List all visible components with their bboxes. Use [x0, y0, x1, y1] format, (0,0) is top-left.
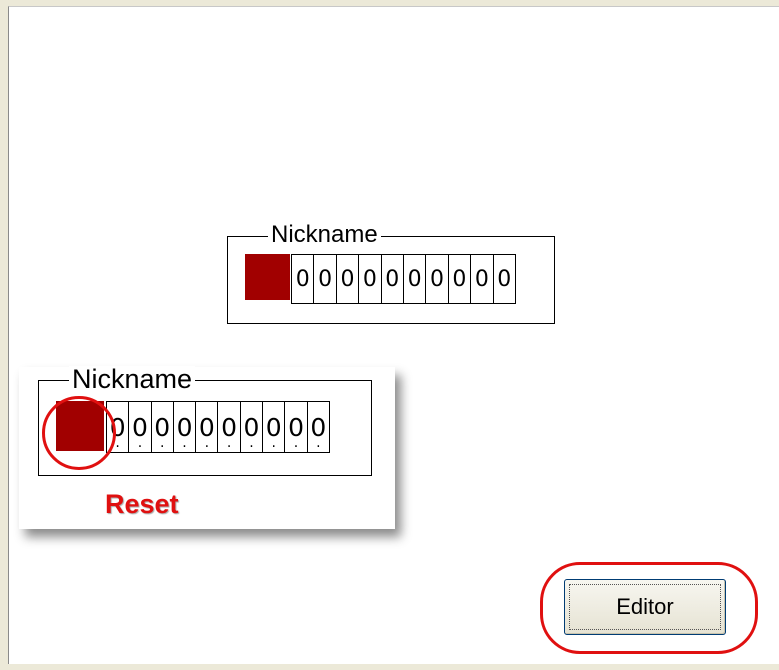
digit-cell[interactable]: 0 [426, 255, 449, 303]
digit-cell[interactable]: 0 [314, 255, 337, 303]
zoom-digit-cell: 0 [308, 402, 330, 452]
nickname-digit-row: 0 0 0 0 0 0 0 0 0 0 [291, 254, 516, 304]
zoom-digit-cell: 0 [152, 402, 174, 452]
editor-button-label: Editor [616, 594, 674, 619]
zoom-digit-cell: 0 [263, 402, 286, 452]
zoom-nickname-legend: Nickname [69, 366, 196, 393]
nickname-groupbox: Nickname 0 0 0 0 0 0 0 0 0 0 [227, 223, 555, 324]
zoom-digit-cell: 0 [174, 402, 197, 452]
zoom-digit-cell: 0 [218, 402, 241, 452]
zoom-digit-cell: 0 [129, 402, 152, 452]
zoom-callout: Nickname 0 0 0 0 0 0 0 0 0 0 Reset [19, 366, 395, 529]
zoom-digit-cell: 0 [241, 402, 264, 452]
digit-cell[interactable]: 0 [471, 255, 494, 303]
digit-cell[interactable]: 0 [449, 255, 472, 303]
zoom-digit-cell: 0 [285, 402, 308, 452]
digit-cell[interactable]: 0 [337, 255, 360, 303]
main-canvas: Nickname 0 0 0 0 0 0 0 0 0 0 Nickname 0 … [8, 6, 779, 664]
zoom-digit-cell: 0 [196, 402, 219, 452]
digit-cell[interactable]: 0 [292, 255, 315, 303]
nickname-legend: Nickname [268, 223, 381, 247]
editor-button[interactable]: Editor [564, 579, 726, 635]
digit-cell[interactable]: 0 [359, 255, 382, 303]
digit-cell[interactable]: 0 [382, 255, 404, 303]
reset-highlight-circle [42, 396, 116, 470]
reset-annotation-label: Reset [105, 489, 179, 519]
zoom-digit-row: 0 0 0 0 0 0 0 0 0 0 [106, 401, 330, 453]
digit-cell[interactable]: 0 [404, 255, 427, 303]
digit-cell[interactable]: 0 [494, 255, 516, 303]
reset-button[interactable] [245, 254, 290, 300]
